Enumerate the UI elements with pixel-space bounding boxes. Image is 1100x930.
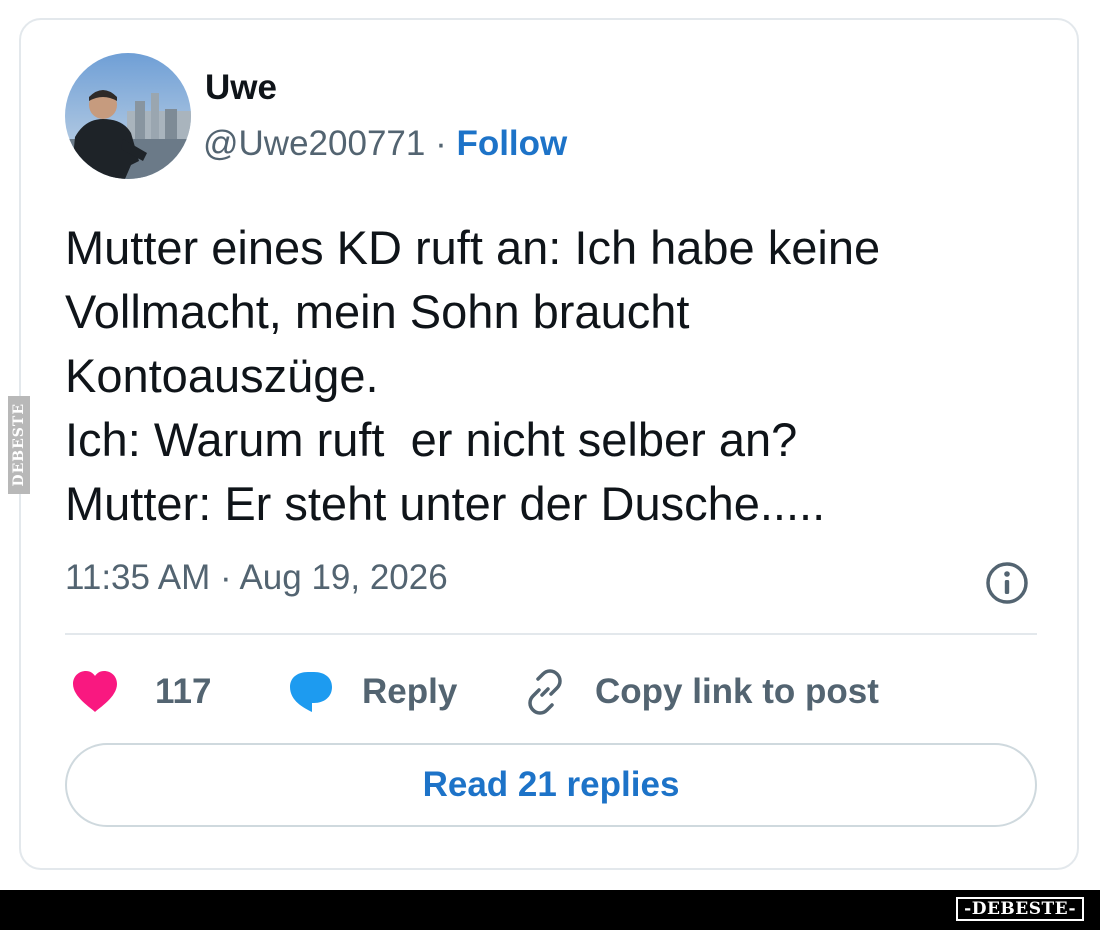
divider: [65, 633, 1037, 635]
read-replies-button[interactable]: Read 21 replies: [65, 743, 1037, 827]
tweet-text-line: Kontoauszüge.: [65, 349, 379, 402]
tweet-text-line: Vollmacht, mein Sohn braucht: [65, 285, 690, 338]
like-button[interactable]: 117: [71, 666, 211, 718]
copy-link-button[interactable]: Copy link to post: [521, 666, 879, 718]
copy-link-label: Copy link to post: [595, 672, 879, 711]
separator: ·: [425, 124, 457, 163]
avatar[interactable]: [65, 53, 191, 179]
handle-row: @Uwe200771 · Follow: [203, 124, 567, 164]
author-handle[interactable]: @Uwe200771: [203, 124, 425, 163]
bottom-bar: -DEBESTE-: [0, 890, 1100, 930]
heart-icon: [73, 671, 117, 712]
link-icon: [528, 669, 562, 715]
tweet-text-line: Mutter: Er steht unter der Dusche.....: [65, 477, 826, 530]
tweet-text: Mutter eines KD ruft an: Ich habe keine …: [65, 216, 1025, 536]
tweet-text-line: Ich: Warum ruft er nicht selber an?: [65, 413, 798, 466]
timestamp[interactable]: 11:35 AM · Aug 19, 2026: [65, 558, 448, 598]
info-icon[interactable]: [984, 560, 1030, 606]
reply-button[interactable]: Reply: [286, 666, 457, 718]
tweet-text-line: Mutter eines KD ruft an: Ich habe keine: [65, 221, 881, 274]
speech-bubble-icon: [290, 672, 332, 712]
side-watermark: DEBESTE: [8, 396, 30, 494]
side-watermark-text: DEBESTE: [11, 403, 27, 487]
action-bar: 117 Reply Copy link to post: [71, 666, 1031, 718]
like-count: 117: [155, 672, 212, 711]
reply-label: Reply: [362, 672, 458, 711]
author-name[interactable]: Uwe: [205, 68, 277, 108]
bottom-watermark-logo: -DEBESTE-: [956, 897, 1084, 921]
follow-button[interactable]: Follow: [456, 124, 567, 163]
tweet-card: Uwe @Uwe200771 · Follow Mutter eines KD …: [19, 18, 1079, 870]
